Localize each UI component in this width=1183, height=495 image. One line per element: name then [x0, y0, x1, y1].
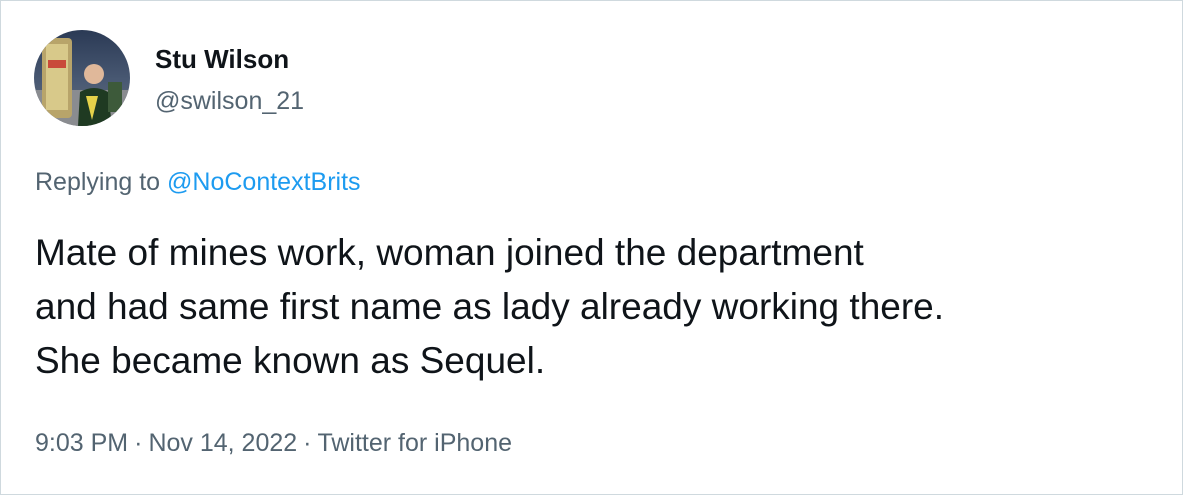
author-handle[interactable]: @swilson_21: [155, 85, 304, 117]
tweet-source[interactable]: Twitter for iPhone: [317, 429, 512, 457]
tweet-text-line: and had same first name as lady already …: [35, 286, 945, 327]
tweet-card: Stu Wilson @swilson_21 Replying to @NoCo…: [0, 0, 1183, 495]
tweet-text: Mate of mines work, woman joined the dep…: [35, 226, 1165, 388]
replying-to: Replying to @NoContextBrits: [35, 166, 361, 198]
tweet-meta: 9:03 PM · Nov 14, 2022 · Twitter for iPhone: [35, 427, 512, 459]
avatar-photo-icon: [34, 30, 130, 126]
tweet-text-line: She became known as Sequel.: [35, 340, 546, 381]
replying-to-label: Replying to: [35, 168, 161, 196]
reply-mention-link[interactable]: @NoContextBrits: [167, 168, 361, 196]
avatar[interactable]: [34, 30, 130, 126]
tweet-date[interactable]: Nov 14, 2022: [148, 429, 297, 457]
tweet-time[interactable]: 9:03 PM: [35, 429, 128, 457]
meta-separator: ·: [303, 429, 312, 457]
author-name[interactable]: Stu Wilson: [155, 43, 289, 75]
meta-separator: ·: [134, 429, 143, 457]
tweet-text-line: Mate of mines work, woman joined the dep…: [35, 232, 864, 273]
